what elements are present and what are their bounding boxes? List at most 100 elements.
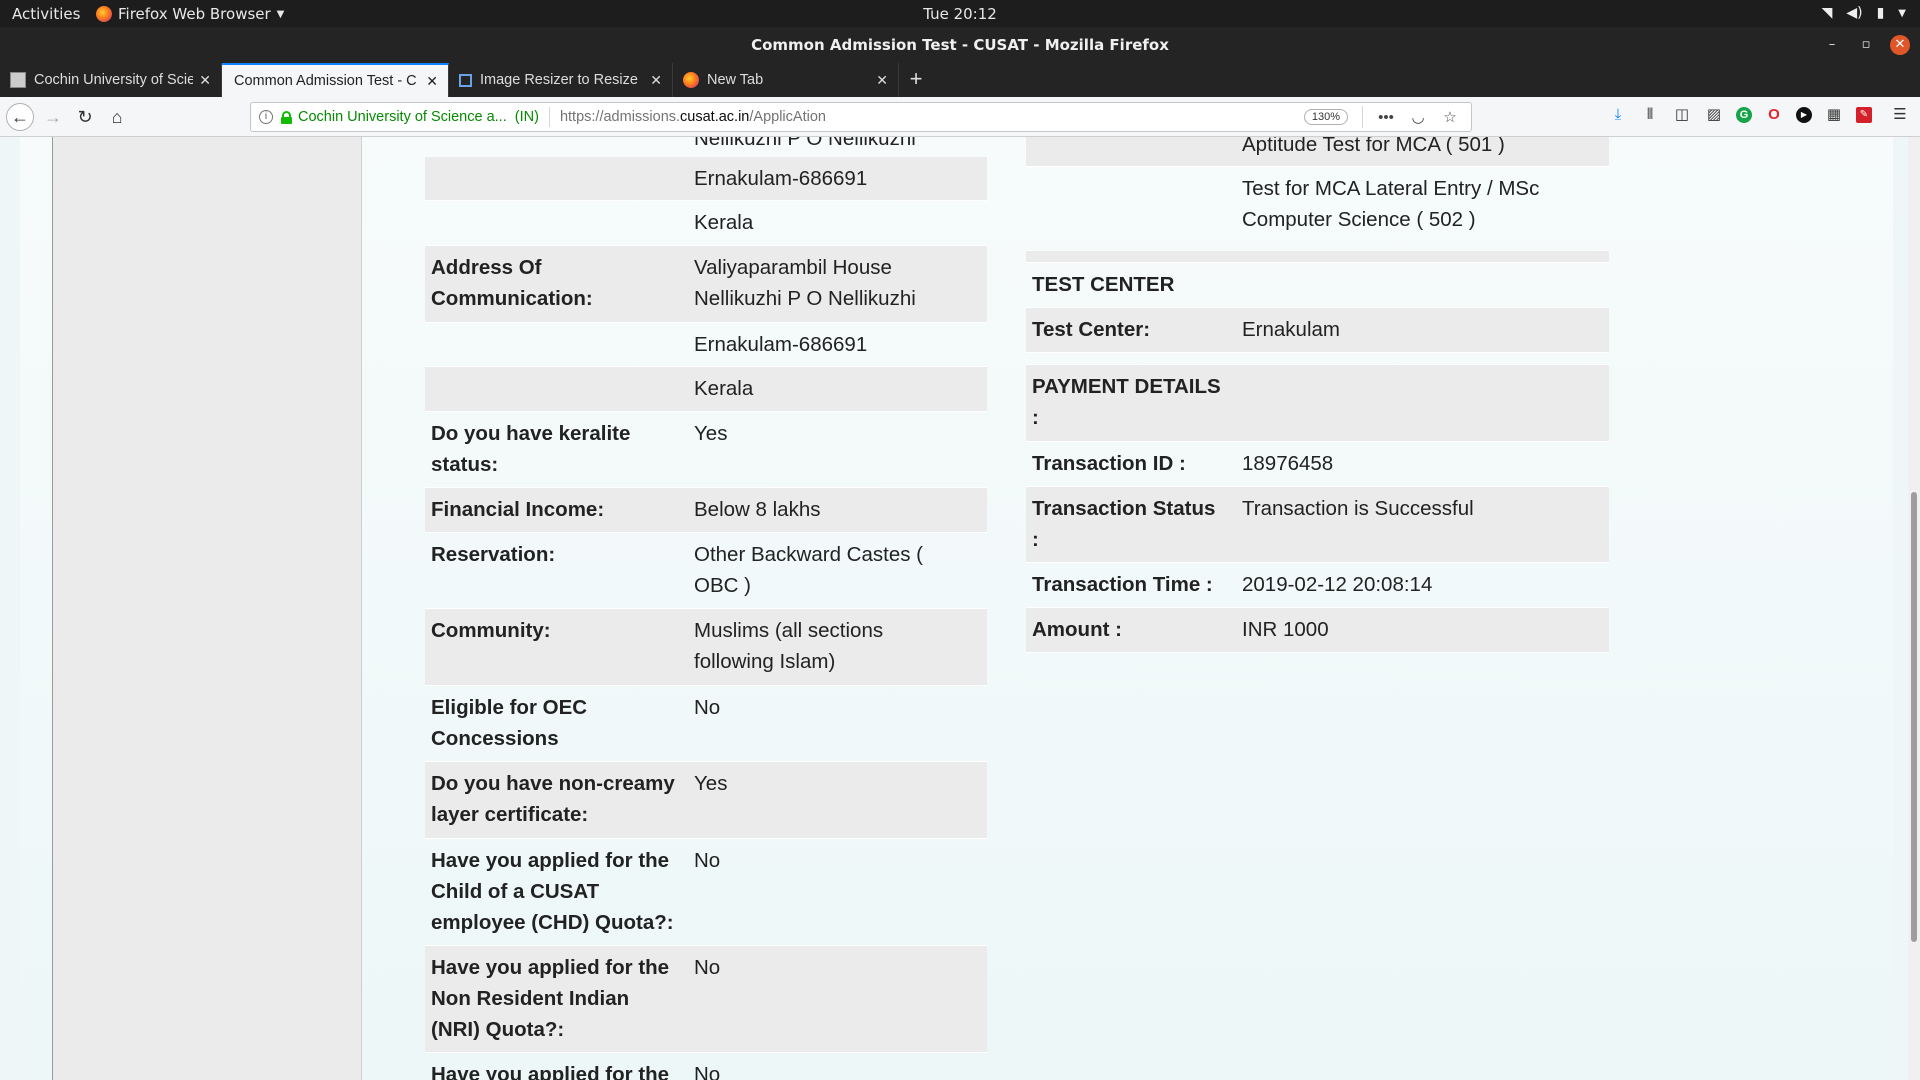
page-viewport: Nellikuzhi P O Nellikuzhi Ernakulam-6866… bbox=[0, 137, 1920, 1080]
forward-arrow-icon[interactable]: → bbox=[40, 104, 66, 130]
table-row: Have you applied for the Child of a CUSAT… bbox=[425, 839, 987, 946]
non-creamy-layer-label: Do you have non-creamy layer certificate: bbox=[431, 772, 675, 826]
applicant-details-table: Nellikuzhi P O Nellikuzhi Ernakulam-6866… bbox=[425, 137, 987, 1080]
download-icon[interactable]: ⤓ bbox=[1608, 105, 1628, 125]
reservation-label: Reservation: bbox=[431, 543, 556, 566]
test-center-value: Ernakulam bbox=[1242, 318, 1340, 341]
sidebar-icon[interactable]: ◫ bbox=[1672, 105, 1692, 125]
reload-icon[interactable]: ↻ bbox=[72, 104, 98, 130]
activities-button[interactable]: Activities bbox=[12, 5, 80, 23]
table-row: Financial Income: Below 8 lakhs bbox=[425, 488, 987, 533]
oec-eligibility-label: Eligible for OEC Concessions bbox=[431, 696, 588, 750]
test-center-label: Test Center: bbox=[1032, 318, 1151, 341]
system-tray[interactable]: ◥ ◀) ▮ ▼ bbox=[1822, 5, 1906, 21]
firefox-icon bbox=[683, 72, 699, 88]
financial-income-label: Financial Income: bbox=[431, 498, 605, 521]
communication-address-value: Valiyaparambil House Nellikuzhi P O Nelli… bbox=[694, 256, 916, 310]
bookmark-star-icon[interactable]: ☆ bbox=[1439, 108, 1461, 126]
zoom-level-badge[interactable]: 130% bbox=[1303, 109, 1348, 125]
selected-test: Test for MCA Lateral Entry / MSc Computer… bbox=[1242, 177, 1540, 231]
chd-quota-value: No bbox=[694, 849, 721, 872]
home-icon[interactable]: ⌂ bbox=[104, 104, 130, 130]
page-scrollbar[interactable] bbox=[1908, 137, 1920, 1080]
opera-icon[interactable]: O bbox=[1764, 105, 1784, 125]
transaction-time-value: 2019-02-12 20:08:14 bbox=[1242, 573, 1433, 596]
tab-cochin-university[interactable]: Cochin University of Scie ✕ bbox=[0, 63, 222, 97]
address-line: Kerala bbox=[694, 377, 754, 400]
tab-new-tab[interactable]: New Tab ✕ bbox=[673, 63, 899, 97]
pdf-extension-icon[interactable]: ✎ bbox=[1856, 107, 1872, 123]
table-row: Eligible for OEC Concessions No bbox=[425, 686, 987, 762]
reservation-value: Other Backward Castes (OBC ) bbox=[694, 543, 923, 597]
table-row: Kerala bbox=[425, 367, 987, 412]
table-row-spacer bbox=[1026, 353, 1609, 365]
close-tab-icon[interactable]: ✕ bbox=[650, 72, 662, 89]
address-line: Ernakulam-686691 bbox=[694, 167, 868, 190]
back-arrow-icon[interactable]: ← bbox=[6, 103, 34, 131]
transaction-time-label: Transaction Time : bbox=[1032, 573, 1213, 596]
table-row: Community: Muslims (all sections followin… bbox=[425, 609, 987, 686]
transaction-id-label: Transaction ID : bbox=[1032, 452, 1186, 475]
chevron-down-icon: ▼ bbox=[1898, 7, 1906, 19]
extension-icon[interactable]: ▦ bbox=[1824, 105, 1844, 125]
table-row: Reservation: Other Backward Castes (OBC … bbox=[425, 533, 987, 609]
battery-icon: ▮ bbox=[1876, 5, 1885, 21]
volume-icon: ◀) bbox=[1846, 5, 1863, 21]
close-tab-icon[interactable]: ✕ bbox=[426, 73, 438, 90]
table-row: Ernakulam-686691 bbox=[425, 157, 987, 201]
pocket-icon[interactable]: ◡ bbox=[1407, 108, 1429, 126]
new-tab-plus-icon[interactable]: + bbox=[903, 67, 929, 93]
table-row: Ernakulam-686691 bbox=[425, 323, 987, 367]
page-favicon-icon bbox=[459, 73, 472, 87]
non-creamy-layer-value: Yes bbox=[694, 772, 728, 795]
tab-image-resizer[interactable]: Image Resizer to Resize ✕ bbox=[449, 63, 673, 97]
scrollbar-thumb[interactable] bbox=[1911, 492, 1917, 942]
transaction-status-label: Transaction Status: bbox=[1032, 497, 1216, 551]
table-row: Do you have non-creamy layer certificate:… bbox=[425, 762, 987, 839]
close-tab-icon[interactable]: ✕ bbox=[199, 72, 211, 89]
hamburger-menu-icon[interactable]: ☰ bbox=[1890, 105, 1910, 125]
screenshot-icon[interactable]: ▨ bbox=[1704, 105, 1724, 125]
site-identity-label[interactable]: Cochin University of Science a... (IN) bbox=[298, 109, 539, 125]
quota-question-label: Have you applied for the bbox=[431, 1063, 670, 1080]
grammarly-icon[interactable]: G bbox=[1736, 107, 1752, 123]
firefox-icon bbox=[96, 6, 112, 22]
lock-icon[interactable] bbox=[281, 110, 292, 124]
table-row: Transaction ID : 18976458 bbox=[1026, 442, 1609, 487]
url-text[interactable]: https://admissions.cusat.ac.in/ApplicAti… bbox=[560, 109, 1304, 125]
library-icon[interactable]: ⫴ bbox=[1640, 105, 1660, 125]
keralite-status-label: Do you have keralite status: bbox=[431, 422, 631, 476]
community-label: Community: bbox=[431, 619, 551, 642]
toolbar-icons: ⤓ ⫴ ◫ ▨ G O ▶ ▦ ✎ ☰ bbox=[1608, 105, 1910, 125]
address-line: Nellikuzhi P O Nellikuzhi bbox=[694, 137, 916, 150]
tab-strip: Cochin University of Scie ✕ Common Admis… bbox=[0, 63, 1920, 97]
table-row: Have you applied for the Non Resident Ind… bbox=[425, 946, 987, 1053]
minimize-icon[interactable]: – bbox=[1822, 35, 1842, 55]
nri-quota-value: No bbox=[694, 956, 721, 979]
table-row: Address Of Communication: Valiyaparambil … bbox=[425, 246, 987, 323]
quota-question-value: No bbox=[694, 1063, 721, 1080]
close-tab-icon[interactable]: ✕ bbox=[876, 72, 888, 89]
tab-common-admission-test[interactable]: Common Admission Test - C ✕ bbox=[222, 63, 449, 97]
maximize-icon[interactable]: ▫ bbox=[1856, 35, 1876, 55]
close-window-icon[interactable]: ✕ bbox=[1890, 35, 1910, 55]
transaction-status-value: Transaction is Successful bbox=[1242, 497, 1474, 520]
page-actions-icon[interactable]: ••• bbox=[1375, 109, 1397, 126]
url-bar[interactable]: i Cochin University of Science a... (IN)… bbox=[250, 102, 1472, 132]
window-title-bar: Common Admission Test - CUSAT - Mozilla … bbox=[0, 27, 1920, 63]
table-row-spacer bbox=[1026, 251, 1609, 263]
play-icon[interactable]: ▶ bbox=[1796, 107, 1812, 123]
site-info-icon[interactable]: i bbox=[259, 110, 273, 124]
table-row: Kerala bbox=[425, 201, 987, 246]
app-menu[interactable]: Firefox Web Browser ▼ bbox=[96, 5, 284, 23]
table-row: Test for MCA Lateral Entry / MSc Computer… bbox=[1026, 167, 1609, 251]
table-row: TEST CENTER bbox=[1026, 263, 1609, 308]
table-row: Test Center: Ernakulam bbox=[1026, 308, 1609, 353]
page-favicon-icon bbox=[10, 72, 26, 88]
transaction-id-value: 18976458 bbox=[1242, 452, 1334, 475]
table-row: Transaction Time : 2019-02-12 20:08:14 bbox=[1026, 563, 1609, 608]
oec-eligibility-value: No bbox=[694, 696, 721, 719]
clock[interactable]: Tue 20:12 bbox=[0, 5, 1920, 23]
test-payment-table: Aptitude Test for MCA ( 501 ) Test for M… bbox=[1026, 137, 1609, 777]
window-title: Common Admission Test - CUSAT - Mozilla … bbox=[751, 36, 1169, 54]
